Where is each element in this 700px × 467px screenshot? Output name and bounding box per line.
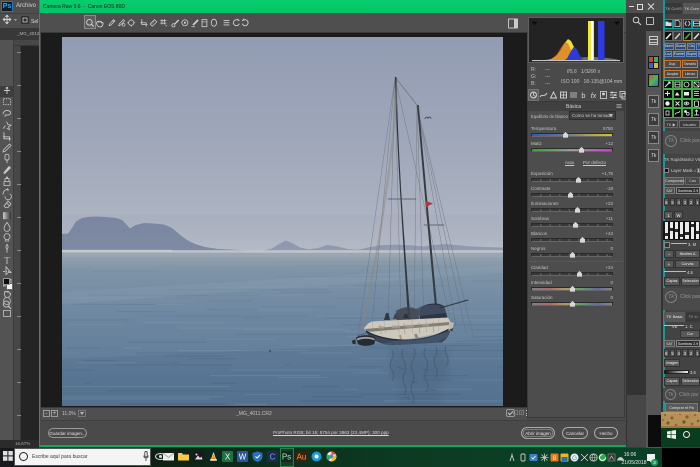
svg-text:G: G: [572, 455, 577, 462]
svg-text:Au: Au: [297, 453, 307, 462]
svg-text:X: X: [225, 453, 231, 462]
svg-text:Ps: Ps: [282, 453, 291, 462]
svg-text:fx: fx: [591, 93, 597, 100]
svg-text:b: b: [581, 91, 585, 100]
svg-text:Sel: Sel: [31, 19, 38, 25]
svg-text:T: T: [4, 256, 10, 266]
svg-text:C: C: [270, 453, 276, 462]
svg-text:W: W: [239, 453, 247, 462]
